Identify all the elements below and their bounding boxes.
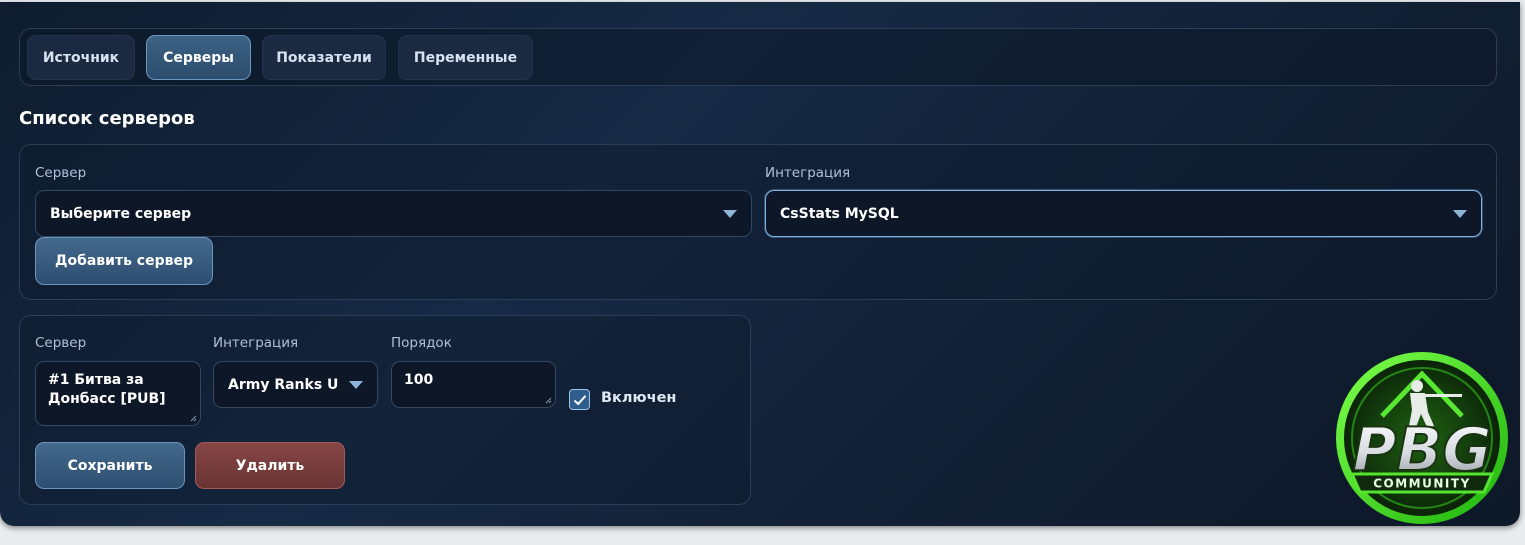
enabled-checkbox[interactable] <box>569 389 590 410</box>
resize-handle-icon[interactable] <box>545 397 552 404</box>
tab-source[interactable]: Источник <box>27 35 135 80</box>
add-server-card: Сервер Выберите сервер Интеграция CsStat… <box>19 144 1497 300</box>
tab-variables-label: Переменные <box>413 49 518 66</box>
settings-panel: Источник Серверы Показатели Переменные С… <box>0 2 1520 526</box>
tab-metrics[interactable]: Показатели <box>262 35 386 80</box>
entry-integration-select[interactable]: Army Ranks U <box>213 361 378 408</box>
chevron-down-icon <box>1453 210 1467 218</box>
tab-source-label: Источник <box>42 49 120 66</box>
entry-integration-value: Army Ranks U <box>228 376 339 393</box>
entry-order-value: 100 <box>404 372 434 388</box>
save-button[interactable]: Сохранить <box>35 442 185 489</box>
entry-order-field[interactable]: 100 <box>391 361 556 408</box>
logo-subtext: COMMUNITY <box>1373 477 1471 491</box>
add-server-button-label: Добавить сервер <box>54 253 193 269</box>
integration-select-value: CsStats MySQL <box>780 205 899 222</box>
pbg-community-logo: PBG COMMUNITY <box>1336 352 1508 524</box>
tab-variables[interactable]: Переменные <box>398 35 533 80</box>
delete-button-label: Удалить <box>235 457 305 474</box>
entry-server-value: #1 Битва за Донбасс [PUB] <box>48 372 166 407</box>
save-button-label: Сохранить <box>67 457 153 474</box>
server-select[interactable]: Выберите сервер <box>35 190 752 237</box>
tab-metrics-label: Показатели <box>276 49 372 66</box>
chevron-down-icon <box>723 210 737 218</box>
page-title: Список серверов <box>19 108 195 129</box>
enabled-checkbox-label: Включен <box>601 390 677 406</box>
tab-servers-label: Серверы <box>163 49 234 66</box>
checkmark-icon <box>573 394 586 405</box>
entry-order-label: Порядок <box>391 335 452 351</box>
server-select-value: Выберите сервер <box>50 205 192 222</box>
chevron-down-icon <box>349 381 363 389</box>
server-label: Сервер <box>35 165 87 181</box>
entry-server-field[interactable]: #1 Битва за Донбасс [PUB] <box>35 361 201 426</box>
add-server-button[interactable]: Добавить сервер <box>35 237 213 285</box>
tab-bar: Источник Серверы Показатели Переменные <box>19 28 1497 86</box>
delete-button[interactable]: Удалить <box>195 442 345 489</box>
integration-label: Интеграция <box>765 165 851 181</box>
integration-select[interactable]: CsStats MySQL <box>765 190 1482 237</box>
resize-handle-icon[interactable] <box>190 415 197 422</box>
tab-servers[interactable]: Серверы <box>146 35 251 80</box>
entry-integration-label: Интеграция <box>213 335 299 351</box>
server-entry-card: Сервер #1 Битва за Донбасс [PUB] Интегра… <box>19 315 751 505</box>
entry-server-label: Сервер <box>35 335 87 351</box>
